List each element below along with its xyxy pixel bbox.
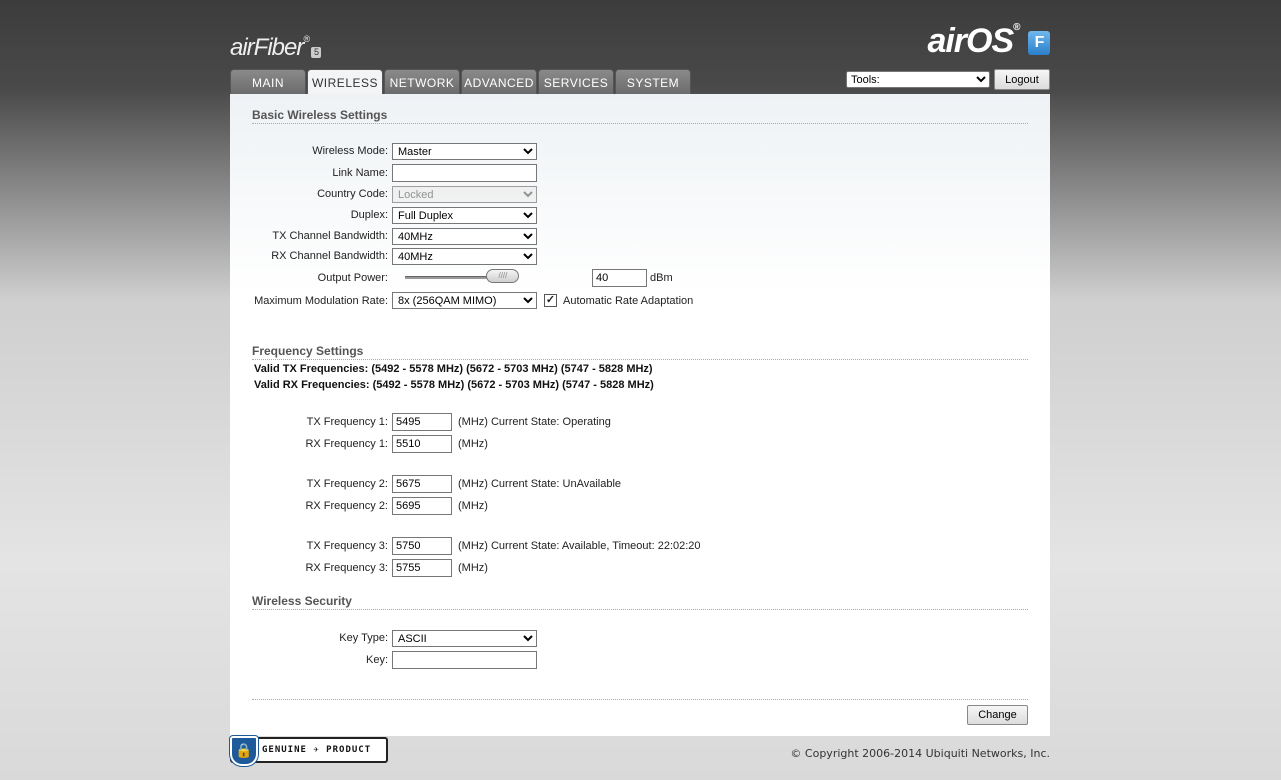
- tx-frequency-2-label: TX Frequency 2:: [306, 478, 388, 490]
- rx-frequency-2-label: RX Frequency 2:: [305, 500, 388, 512]
- header: airFiber®5 airOS® F MAIN WIRELESS NETWOR…: [230, 0, 1050, 96]
- rx-frequency-1-label: RX Frequency 1:: [305, 438, 388, 450]
- tx-frequency-1-input[interactable]: [392, 413, 452, 431]
- tx-frequency-2-input[interactable]: [392, 475, 452, 493]
- footer-divider: [252, 699, 1028, 700]
- tx-frequency-3-input[interactable]: [392, 537, 452, 555]
- auto-rate-adaptation-checkbox[interactable]: ✓: [544, 294, 557, 307]
- airos-logo: airOS® F: [927, 22, 1050, 61]
- duplex-label: Duplex:: [350, 209, 388, 221]
- rx-channel-bandwidth-label: RX Channel Bandwidth:: [271, 250, 388, 262]
- key-input[interactable]: [392, 651, 537, 669]
- tab-wireless[interactable]: WIRELESS: [307, 69, 383, 96]
- rx-frequency-1-input[interactable]: [392, 435, 452, 453]
- tab-network[interactable]: NETWORK: [384, 69, 460, 95]
- tab-system[interactable]: SYSTEM: [615, 69, 691, 95]
- max-modulation-rate-select[interactable]: 8x (256QAM MIMO): [392, 292, 537, 309]
- airos-f-badge: F: [1028, 31, 1050, 56]
- airfiber-logo: airFiber®5: [230, 34, 321, 62]
- change-button[interactable]: Change: [967, 705, 1028, 725]
- copyright-text: © Copyright 2006-2014 Ubiquiti Networks,…: [790, 747, 1050, 760]
- rx-frequency-3-input[interactable]: [392, 559, 452, 577]
- tab-advanced[interactable]: ADVANCED: [461, 69, 537, 95]
- tab-services[interactable]: SERVICES: [538, 69, 614, 95]
- wireless-mode-select[interactable]: Master: [392, 143, 537, 160]
- wireless-mode-label: Wireless Mode:: [312, 145, 388, 157]
- output-power-unit: dBm: [650, 272, 673, 284]
- basic-wireless-settings-title: Basic Wireless Settings: [252, 108, 1028, 124]
- tx-channel-bandwidth-select[interactable]: 40MHz: [392, 228, 537, 245]
- rx-frequency-1-unit: (MHz): [458, 438, 488, 450]
- duplex-select[interactable]: Full Duplex: [392, 207, 537, 224]
- tx-frequency-1-state: (MHz) Current State: Operating: [458, 416, 611, 428]
- wireless-security-title: Wireless Security: [252, 594, 1028, 610]
- tab-bar: MAIN WIRELESS NETWORK ADVANCED SERVICES …: [230, 69, 692, 96]
- tx-frequency-2-state: (MHz) Current State: UnAvailable: [458, 478, 622, 490]
- country-code-label: Country Code:: [317, 188, 388, 200]
- tx-frequency-3-state: (MHz) Current State: Available, Timeout:…: [458, 540, 701, 552]
- valid-tx-frequencies: Valid TX Frequencies: (5492 - 5578 MHz) …: [254, 363, 653, 375]
- auto-rate-adaptation-label: Automatic Rate Adaptation: [563, 295, 694, 307]
- country-code-select: Locked: [392, 186, 537, 203]
- output-power-input[interactable]: [592, 269, 647, 287]
- tools-select[interactable]: Tools:: [846, 71, 990, 88]
- key-type-select[interactable]: ASCII: [392, 630, 537, 647]
- logout-button[interactable]: Logout: [994, 69, 1050, 90]
- rx-channel-bandwidth-select[interactable]: 40MHz: [392, 248, 537, 265]
- link-name-input[interactable]: [392, 164, 537, 182]
- wireless-settings-panel: Basic Wireless Settings Wireless Mode: M…: [230, 94, 1050, 736]
- rx-frequency-2-input[interactable]: [392, 497, 452, 515]
- link-name-label: Link Name:: [332, 167, 388, 179]
- frequency-settings-title: Frequency Settings: [252, 344, 1028, 360]
- rx-frequency-2-unit: (MHz): [458, 500, 488, 512]
- tab-main[interactable]: MAIN: [230, 69, 306, 95]
- rx-frequency-3-label: RX Frequency 3:: [305, 562, 388, 574]
- max-modulation-rate-label: Maximum Modulation Rate:: [254, 295, 388, 307]
- tx-channel-bandwidth-label: TX Channel Bandwidth:: [272, 230, 388, 242]
- key-label: Key:: [365, 654, 388, 666]
- tx-frequency-3-label: TX Frequency 3:: [306, 540, 388, 552]
- output-power-slider-handle[interactable]: ////: [486, 269, 520, 283]
- tx-frequency-1-label: TX Frequency 1:: [306, 416, 388, 428]
- valid-rx-frequencies: Valid RX Frequencies: (5492 - 5578 MHz) …: [254, 379, 654, 391]
- key-type-label: Key Type:: [339, 632, 388, 644]
- output-power-label: Output Power:: [317, 272, 388, 284]
- rx-frequency-3-unit: (MHz): [458, 562, 488, 574]
- lock-shield-icon: 🔒: [230, 736, 258, 766]
